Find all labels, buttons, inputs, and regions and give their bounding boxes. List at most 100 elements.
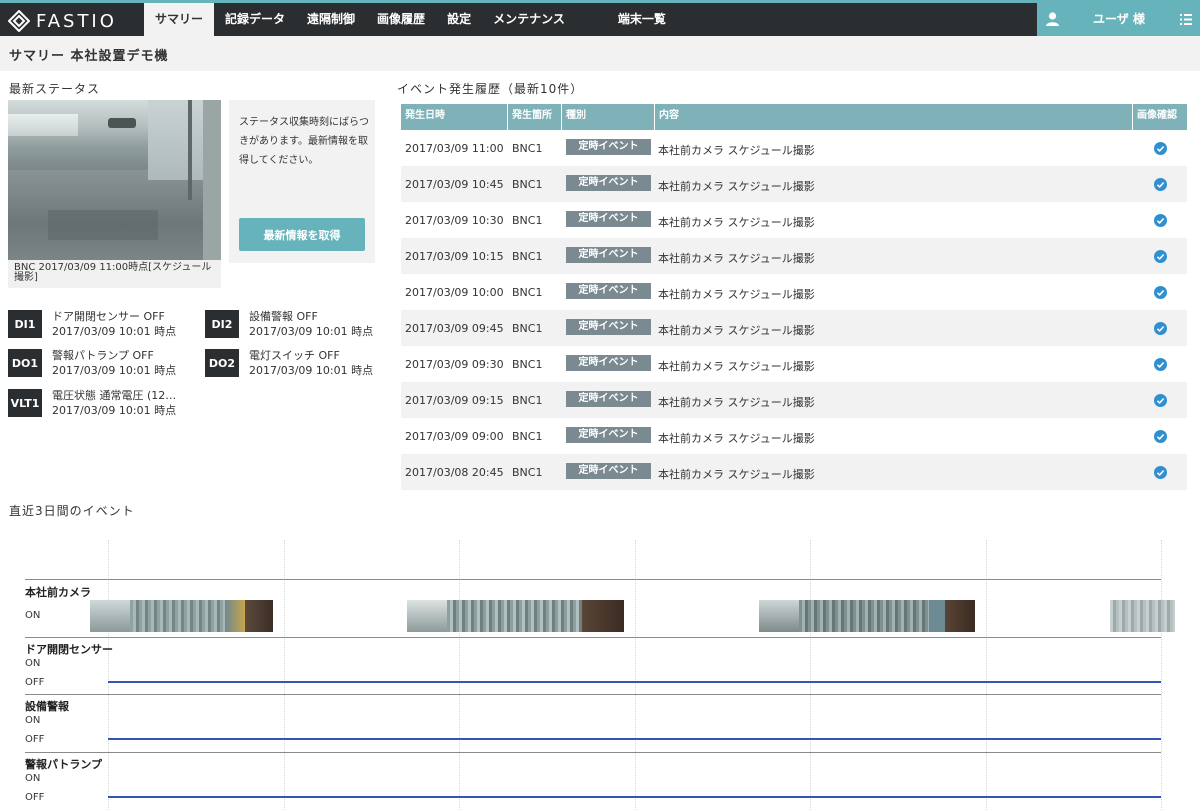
event-type-badge: 定時イベント bbox=[566, 463, 651, 479]
image-check-icon[interactable] bbox=[1154, 286, 1167, 299]
image-check-icon[interactable] bbox=[1154, 250, 1167, 263]
track-label-door-sensor: ドア開閉センサー bbox=[25, 643, 113, 656]
col-image-check: 画像確認 bbox=[1137, 110, 1177, 121]
event-type-badge: 定時イベント bbox=[566, 391, 651, 407]
nav-terminal-list[interactable]: 端末一覧 bbox=[607, 3, 677, 36]
event-time: 2017/03/09 11:00 bbox=[405, 142, 504, 155]
io-badge: DO2 bbox=[205, 349, 239, 377]
io-status-di1: DI1 ドア開閉センサー OFF 2017/03/09 10:01 時点 bbox=[8, 308, 188, 344]
io-badge: DI2 bbox=[205, 310, 239, 338]
timeline-thumbnail[interactable] bbox=[1110, 600, 1175, 632]
track-state-on: ON bbox=[25, 610, 41, 621]
logo-text: FASTIO bbox=[36, 10, 117, 32]
event-time: 2017/03/09 09:15 bbox=[405, 394, 504, 407]
nav-records[interactable]: 記録データ bbox=[214, 3, 296, 36]
event-source: BNC1 bbox=[512, 322, 543, 335]
event-row[interactable]: 2017/03/09 10:15 BNC1 定時イベント 本社前カメラ スケジュール撮… bbox=[401, 238, 1187, 274]
track-label-equipment-alarm: 設備警報 bbox=[25, 700, 69, 713]
io-state: 設備警報 OFF bbox=[249, 310, 318, 323]
image-check-icon[interactable] bbox=[1154, 178, 1167, 191]
event-time: 2017/03/09 10:00 bbox=[405, 286, 504, 299]
image-check-icon[interactable] bbox=[1154, 214, 1167, 227]
image-check-icon[interactable] bbox=[1154, 142, 1167, 155]
list-menu-icon[interactable] bbox=[1180, 14, 1192, 25]
io-status-di2: DI2 設備警報 OFF 2017/03/09 10:01 時点 bbox=[205, 308, 385, 344]
io-status-vlt1: VLT1 電圧状態 通常電圧 (12… 2017/03/09 10:01 時点 bbox=[8, 387, 188, 423]
event-source: BNC1 bbox=[512, 394, 543, 407]
event-content: 本社前カメラ スケジュール撮影 bbox=[658, 216, 815, 229]
col-time: 発生日時 bbox=[401, 104, 508, 130]
io-timestamp: 2017/03/09 10:01 時点 bbox=[249, 364, 374, 377]
event-content: 本社前カメラ スケジュール撮影 bbox=[658, 288, 815, 301]
event-source: BNC1 bbox=[512, 358, 543, 371]
nav-settings[interactable]: 設定 bbox=[436, 3, 482, 36]
image-check-icon[interactable] bbox=[1154, 394, 1167, 407]
event-row[interactable]: 2017/03/09 10:45 BNC1 定時イベント 本社前カメラ スケジュール撮… bbox=[401, 166, 1187, 202]
user-menu[interactable]: ユーザ 様 bbox=[1037, 3, 1200, 36]
event-row[interactable]: 2017/03/09 09:45 BNC1 定時イベント 本社前カメラ スケジュール撮… bbox=[401, 310, 1187, 346]
event-source: BNC1 bbox=[512, 286, 543, 299]
event-type-badge: 定時イベント bbox=[566, 319, 651, 335]
event-row[interactable]: 2017/03/09 11:00 BNC1 定時イベント 本社前カメラ スケジュール撮… bbox=[401, 130, 1187, 166]
refresh-status-button[interactable]: 最新情報を取得 bbox=[239, 218, 365, 251]
logo[interactable]: FASTIO bbox=[8, 7, 117, 35]
image-check-icon[interactable] bbox=[1154, 322, 1167, 335]
event-row[interactable]: 2017/03/08 20:45 BNC1 定時イベント 本社前カメラ スケジュール撮… bbox=[401, 454, 1187, 490]
event-type-badge: 定時イベント bbox=[566, 211, 651, 227]
timeline-thumbnail[interactable] bbox=[90, 600, 273, 632]
event-content: 本社前カメラ スケジュール撮影 bbox=[658, 324, 815, 337]
track-line-patrol-lamp bbox=[108, 796, 1161, 798]
nav-summary[interactable]: サマリー bbox=[144, 3, 215, 36]
event-row[interactable]: 2017/03/09 09:15 BNC1 定時イベント 本社前カメラ スケジュール撮… bbox=[401, 382, 1187, 418]
event-source: BNC1 bbox=[512, 466, 543, 479]
event-rows: 2017/03/09 11:00 BNC1 定時イベント 本社前カメラ スケジュール撮… bbox=[401, 130, 1187, 490]
top-bar: FASTIO サマリー 記録データ 遠隔制御 画像履歴 設定 メンテナンス 端末… bbox=[0, 0, 1200, 36]
event-row[interactable]: 2017/03/09 09:00 BNC1 定時イベント 本社前カメラ スケジュール撮… bbox=[401, 418, 1187, 454]
event-time: 2017/03/08 20:45 bbox=[405, 466, 504, 479]
io-badge: VLT1 bbox=[8, 389, 42, 417]
nav-remote-control[interactable]: 遠隔制御 bbox=[296, 3, 366, 36]
event-type-badge: 定時イベント bbox=[566, 283, 651, 299]
event-source: BNC1 bbox=[512, 178, 543, 191]
camera-snapshot[interactable] bbox=[8, 100, 221, 260]
image-check-icon[interactable] bbox=[1154, 358, 1167, 371]
timeline-thumbnail[interactable] bbox=[407, 600, 624, 632]
col-type: 種別 bbox=[562, 104, 655, 130]
latest-status-title: 最新ステータス bbox=[9, 82, 101, 96]
nav-maintenance[interactable]: メンテナンス bbox=[482, 3, 576, 36]
image-check-icon[interactable] bbox=[1154, 430, 1167, 443]
event-type-badge: 定時イベント bbox=[566, 427, 651, 443]
event-content: 本社前カメラ スケジュール撮影 bbox=[658, 432, 815, 445]
event-row[interactable]: 2017/03/09 10:30 BNC1 定時イベント 本社前カメラ スケジュール撮… bbox=[401, 202, 1187, 238]
event-table: 発生日時 発生箇所 種別 内容 画像確認 2017/03/09 11:00 BNC… bbox=[401, 104, 1187, 490]
track-state-on: ON bbox=[25, 658, 41, 669]
event-history-title: イベント発生履歴（最新10件） bbox=[397, 82, 584, 96]
event-content: 本社前カメラ スケジュール撮影 bbox=[658, 468, 815, 481]
track-state-off: OFF bbox=[25, 734, 45, 745]
timeline-thumbnail[interactable] bbox=[759, 600, 975, 632]
event-type-badge: 定時イベント bbox=[566, 355, 651, 371]
track-label-patrol-lamp: 警報パトランプ bbox=[25, 758, 102, 771]
main-nav: サマリー 記録データ 遠隔制御 画像履歴 設定 メンテナンス 端末一覧 bbox=[144, 3, 677, 36]
image-check-icon[interactable] bbox=[1154, 466, 1167, 479]
event-row[interactable]: 2017/03/09 10:00 BNC1 定時イベント 本社前カメラ スケジュール撮… bbox=[401, 274, 1187, 310]
io-badge: DI1 bbox=[8, 310, 42, 338]
track-state-on: ON bbox=[25, 773, 41, 784]
camera-caption: BNC 2017/03/09 11:00時点[スケジュール撮影] bbox=[14, 262, 212, 283]
camera-panel: BNC 2017/03/09 11:00時点[スケジュール撮影] bbox=[8, 100, 221, 288]
status-info-text: ステータス収集時刻にばらつきがあります。最新情報を取得してください。 bbox=[239, 117, 369, 166]
page-title: サマリー 本社設置デモ機 bbox=[9, 49, 169, 64]
io-timestamp: 2017/03/09 10:01 時点 bbox=[249, 325, 374, 338]
event-row[interactable]: 2017/03/09 09:30 BNC1 定時イベント 本社前カメラ スケジュール撮… bbox=[401, 346, 1187, 382]
event-type-badge: 定時イベント bbox=[566, 247, 651, 263]
status-info-box: ステータス収集時刻にばらつきがあります。最新情報を取得してください。 最新情報を… bbox=[229, 100, 375, 263]
event-source: BNC1 bbox=[512, 430, 543, 443]
event-time: 2017/03/09 09:45 bbox=[405, 322, 504, 335]
nav-image-history[interactable]: 画像履歴 bbox=[366, 3, 436, 36]
event-content: 本社前カメラ スケジュール撮影 bbox=[658, 180, 815, 193]
event-content: 本社前カメラ スケジュール撮影 bbox=[658, 144, 815, 157]
event-content: 本社前カメラ スケジュール撮影 bbox=[658, 252, 815, 265]
track-line-equipment-alarm bbox=[108, 738, 1161, 740]
col-source: 発生箇所 bbox=[508, 104, 562, 130]
event-source: BNC1 bbox=[512, 214, 543, 227]
